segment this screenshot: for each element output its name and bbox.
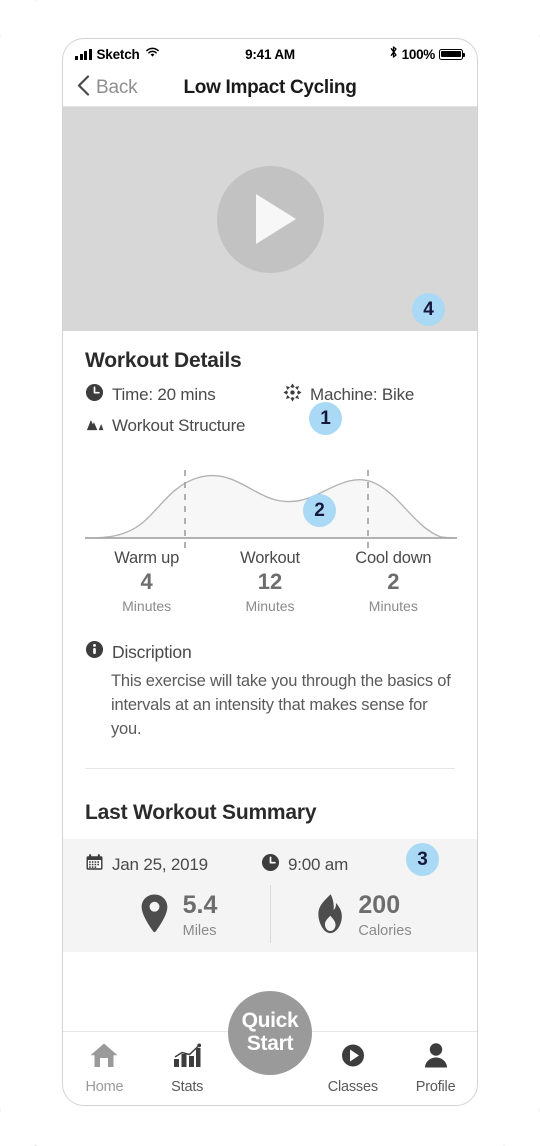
tab-stats-label: Stats: [171, 1079, 204, 1095]
detail-machine: Machine: Bike: [283, 383, 414, 407]
annotation-badge-2: 2: [303, 494, 336, 527]
summary-date: Jan 25, 2019: [85, 853, 261, 877]
description-body: This exercise will take you through the …: [111, 672, 451, 738]
detail-row-1: Time: 20 mins Machine: Bike: [85, 383, 455, 407]
chart-segments: Warm up 4 Minutes Workout 12 Minutes Coo…: [85, 549, 455, 614]
detail-row-2: Workout Structure 1: [85, 402, 455, 438]
annotation-badge-1: 1: [309, 402, 342, 435]
play-icon: [256, 194, 296, 244]
annotation-badge-3: 3: [406, 842, 439, 876]
stat-unit: Calories: [358, 923, 412, 940]
workout-details-section: Workout Details Time: 20 mins Machine: B…: [63, 349, 477, 825]
segment-minutes: 4: [140, 569, 153, 594]
summary-stats-row: 5.4 Miles 200 Calories: [85, 884, 455, 943]
tab-classes[interactable]: Classes: [311, 1042, 394, 1095]
tab-profile-label: Profile: [415, 1079, 456, 1095]
back-label: Back: [96, 76, 138, 98]
person-icon: [421, 1042, 451, 1074]
status-bar: Sketch 9:41 AM 100%: [63, 39, 477, 69]
segment-minutes: 2: [387, 569, 400, 594]
status-bar-right: 100%: [389, 45, 465, 64]
play-button[interactable]: [216, 165, 324, 273]
tab-stats[interactable]: Stats: [146, 1042, 229, 1095]
quick-start-line1: Quick: [241, 1009, 299, 1033]
segment-warm-up: Warm up 4 Minutes: [85, 549, 208, 614]
stat-calories-values: 200 Calories: [358, 891, 412, 940]
segment-unit: Minutes: [245, 598, 295, 614]
nav-bar: Back Low Impact Cycling: [63, 69, 477, 107]
stat-distance-values: 5.4 Miles: [182, 891, 218, 940]
flame-icon: [313, 893, 346, 940]
tab-profile[interactable]: Profile: [394, 1042, 477, 1095]
workout-structure-chart: 2: [85, 456, 457, 548]
summary-time: 9:00 am: [261, 853, 348, 877]
stats-divider: [270, 884, 271, 943]
bluetooth-icon: [389, 45, 398, 64]
summary-time-label: 9:00 am: [288, 854, 349, 874]
bike-wheel-icon: [283, 383, 302, 407]
stat-calories: 200 Calories: [270, 893, 455, 940]
segment-unit: Minutes: [368, 598, 418, 614]
annotation-badge-4: 4: [412, 293, 445, 326]
detail-structure: Workout Structure: [85, 414, 245, 438]
play-circle-icon: [338, 1042, 368, 1074]
calendar-icon: [85, 853, 104, 877]
phone-frame: Sketch 9:41 AM 100% Back Low Impact Cycl…: [62, 38, 478, 1106]
info-icon: [85, 640, 104, 664]
back-button[interactable]: Back: [77, 74, 138, 101]
segment-workout: Workout 12 Minutes: [208, 549, 331, 614]
segment-minutes: 12: [257, 569, 283, 594]
segment-name: Cool down: [355, 549, 432, 567]
battery-full-icon: [439, 48, 465, 60]
map-pin-icon: [138, 893, 171, 940]
bar-chart-icon: [172, 1042, 202, 1074]
detail-time: Time: 20 mins: [85, 383, 283, 407]
detail-time-label: Time: 20 mins: [112, 385, 216, 404]
description-title: Discription: [112, 641, 192, 662]
tab-home-label: Home: [85, 1079, 124, 1095]
chart-svg: [85, 470, 457, 548]
quick-start-line2: Start: [246, 1032, 294, 1055]
mountain-chart-icon: [85, 414, 104, 438]
tab-classes-label: Classes: [327, 1079, 378, 1095]
clock-icon: [261, 853, 280, 877]
chevron-left-icon: [77, 74, 90, 101]
clock-icon: [85, 383, 104, 407]
segment-name: Workout: [240, 549, 300, 567]
description-header: Discription: [85, 640, 455, 664]
quick-start-button[interactable]: Quick Start: [228, 991, 312, 1075]
last-workout-summary-panel: Jan 25, 2019 9:00 am 3 5.4 Miles 200 Cal…: [63, 838, 477, 952]
workout-details-heading: Workout Details: [85, 349, 242, 372]
video-player[interactable]: 4: [63, 107, 477, 331]
segment-name: Warm up: [114, 549, 180, 567]
detail-structure-label: Workout Structure: [112, 416, 246, 435]
stat-value: 200: [358, 891, 401, 920]
tab-home[interactable]: Home: [63, 1042, 146, 1095]
segment-unit: Minutes: [122, 598, 172, 614]
stat-value: 5.4: [182, 891, 218, 920]
segment-cool-down: Cool down 2 Minutes: [332, 549, 455, 614]
battery-label: 100%: [401, 46, 436, 62]
stat-distance: 5.4 Miles: [85, 893, 270, 940]
summary-meta-row: Jan 25, 2019 9:00 am 3: [85, 842, 455, 877]
stat-unit: Miles: [182, 923, 217, 940]
chart-curve: [85, 474, 457, 539]
last-workout-summary-heading: Last Workout Summary: [85, 800, 317, 824]
home-icon: [89, 1042, 119, 1074]
summary-date-label: Jan 25, 2019: [112, 854, 208, 874]
section-divider: [85, 767, 455, 769]
